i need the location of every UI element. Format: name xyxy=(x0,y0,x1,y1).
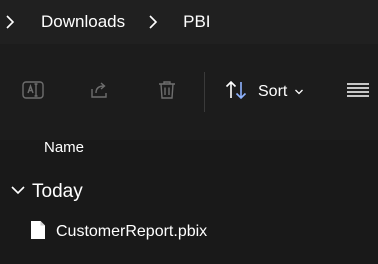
breadcrumb: Downloads PBI xyxy=(0,0,378,44)
delete-button[interactable] xyxy=(155,80,179,104)
command-bar: Sort xyxy=(0,44,378,140)
column-header-name[interactable]: Name xyxy=(44,138,84,158)
group-header-today[interactable]: Today xyxy=(10,180,83,204)
file-name: CustomerReport.pbix xyxy=(56,223,208,240)
toolbar-divider xyxy=(204,72,205,112)
breadcrumb-item-pbi[interactable]: PBI xyxy=(183,12,210,32)
share-button[interactable] xyxy=(88,80,112,104)
share-icon xyxy=(88,78,112,107)
rename-icon xyxy=(21,78,45,107)
chevron-down-icon[interactable] xyxy=(10,183,26,201)
delete-icon xyxy=(155,78,179,107)
file-explorer-window: Downloads PBI Sort Name Today CustomerRe… xyxy=(0,0,378,264)
view-options-button[interactable] xyxy=(345,82,371,102)
chevron-right-icon[interactable] xyxy=(146,12,160,32)
group-label: Today xyxy=(32,181,83,202)
sort-icon xyxy=(224,79,250,106)
sort-button[interactable]: Sort xyxy=(224,78,304,106)
chevron-right-icon[interactable] xyxy=(3,12,17,32)
breadcrumb-item-downloads[interactable]: Downloads xyxy=(41,12,125,32)
chevron-down-icon xyxy=(294,88,304,96)
rename-button[interactable] xyxy=(21,80,45,104)
file-icon xyxy=(30,220,46,245)
list-item[interactable]: CustomerReport.pbix xyxy=(30,220,207,244)
sort-label: Sort xyxy=(258,83,288,100)
view-options-icon xyxy=(346,82,370,103)
